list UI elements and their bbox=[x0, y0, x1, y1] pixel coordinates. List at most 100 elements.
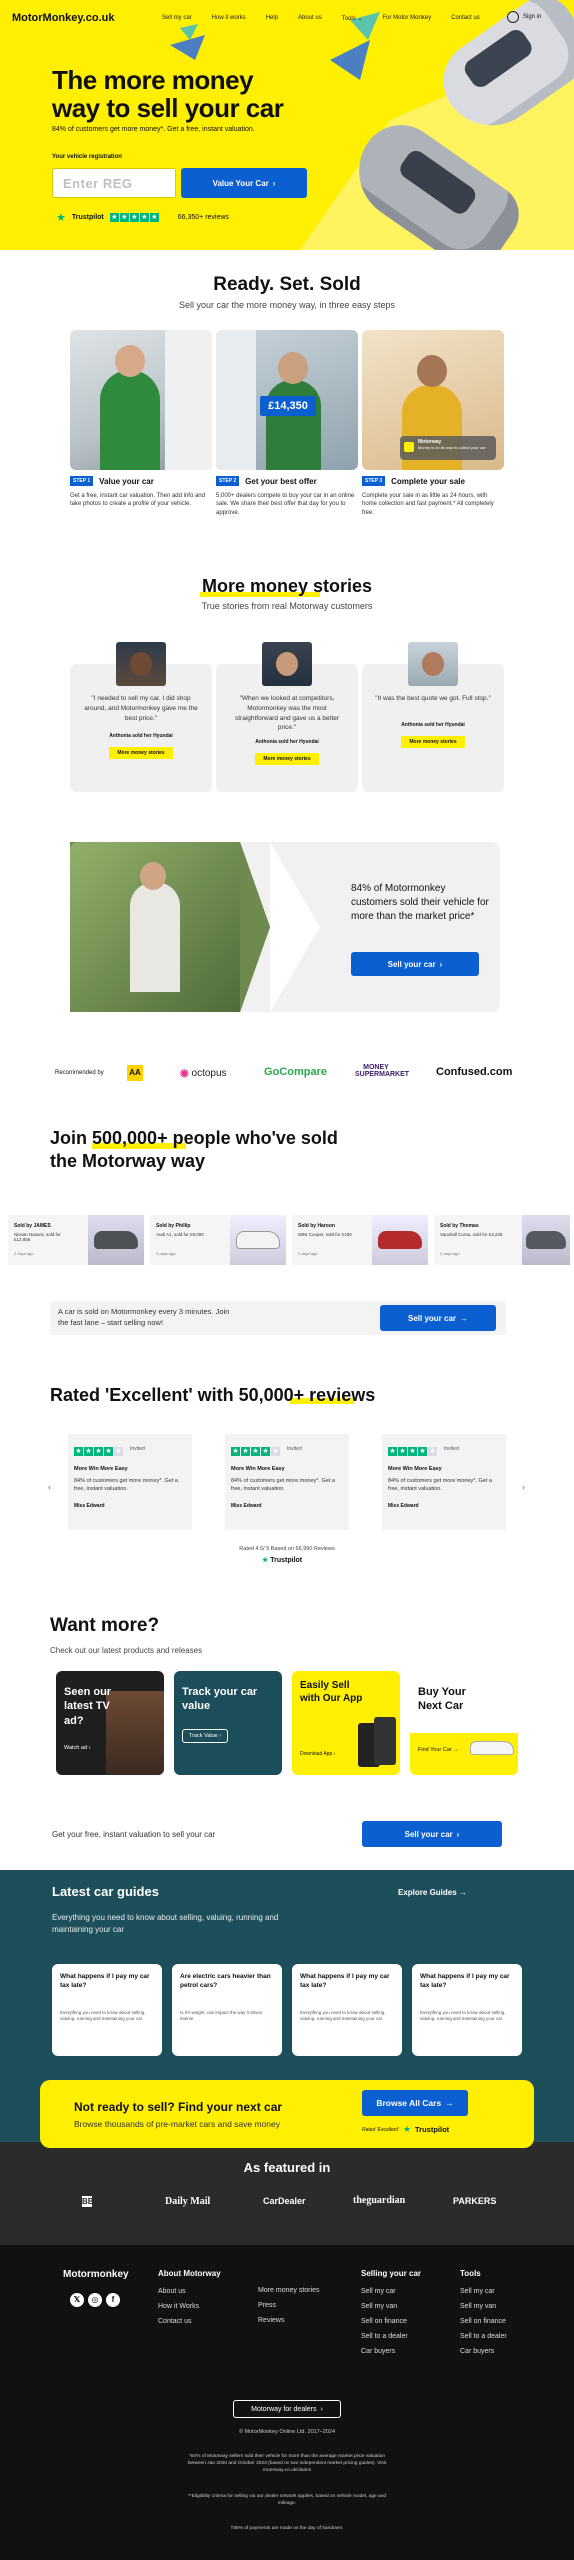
nav-how-it-works[interactable]: How it works bbox=[212, 15, 246, 22]
review-card-2: ★ ★ ★ ★ ★ Invited More Win More Easy 84% of c… bbox=[225, 1434, 349, 1530]
step-heading-1: STEP 1 Value your car bbox=[70, 476, 212, 486]
octopus-logo: ◉ octopus bbox=[180, 1068, 227, 1079]
footer-link-how-it-works[interactable]: How it Works bbox=[158, 2303, 221, 2310]
arrow-right-icon: → bbox=[453, 1747, 459, 1753]
offer-badge: £14,350 bbox=[260, 396, 316, 416]
nav-about-us[interactable]: About us bbox=[298, 15, 322, 22]
step-tag-3: STEP 3 bbox=[362, 476, 386, 486]
value-your-car-button[interactable]: Value Your Car › bbox=[181, 168, 307, 198]
trustpilot-row: ★ Trustpilot ★ ★ ★ ★ ★ 66,350+ reviews bbox=[56, 212, 229, 224]
steps-section: Ready. Set. Sold Sell your car the more … bbox=[0, 250, 574, 560]
gocompare-logo: GoCompare bbox=[264, 1066, 327, 1078]
review-stars: ★ ★ ★ ★ ★ bbox=[74, 1447, 123, 1456]
footnote-1: *84% of Motorway sellers sold their vehi… bbox=[187, 2454, 387, 2474]
stories-title: More money stories bbox=[201, 576, 373, 596]
footer-link-sell-finance[interactable]: Sell on finance bbox=[361, 2318, 421, 2325]
guide-card-2[interactable]: Are electric cars heavier than petrol ca… bbox=[172, 1964, 282, 2056]
footer-link-sell-car[interactable]: Sell my car bbox=[361, 2288, 421, 2295]
arrow-right-icon: → bbox=[460, 1313, 469, 1323]
footer-tools-car-buyers[interactable]: Car buyers bbox=[460, 2348, 507, 2355]
step-text-1: Get a free, instant car valuation. Then … bbox=[70, 493, 205, 508]
step-card-1: STEP 1 Value your car Get a free, instan… bbox=[70, 330, 212, 509]
footer-link-sell-dealer[interactable]: Sell to a dealer bbox=[361, 2333, 421, 2340]
buy-trustpilot: Rated 'Excellent' ★ Trustpilot bbox=[362, 2124, 450, 2134]
tile-app[interactable]: Easily Sell with Our App Download App › bbox=[292, 1671, 400, 1775]
hero-subtitle: 84% of customers get more money*. Get a … bbox=[52, 126, 255, 133]
step-photo-1 bbox=[70, 330, 212, 470]
footer-tools-sell-van[interactable]: Sell my van bbox=[460, 2303, 507, 2310]
parkers-logo: PARKERS bbox=[453, 2196, 497, 2206]
footer-tools-sell-car[interactable]: Sell my car bbox=[460, 2288, 507, 2295]
reg-label: Your vehicle registration bbox=[52, 154, 122, 160]
watch-ad-button[interactable]: Watch ad › bbox=[64, 1745, 90, 1751]
buy-banner: Not ready to sell? Find your next car Br… bbox=[40, 2080, 534, 2148]
dealers-button[interactable]: Motorway for dealers › bbox=[233, 2400, 341, 2418]
step-text-2: 5,000+ dealers compete to buy your car i… bbox=[216, 493, 355, 516]
tile-tv-ad[interactable]: Seen our latest TV ad? Watch ad › bbox=[56, 1671, 164, 1775]
join-banner: A car is sold on Motormonkey every 3 min… bbox=[50, 1301, 506, 1335]
reviews-title: Rated 'Excellent' with 50,000+ reviews bbox=[50, 1385, 376, 1405]
story-button-2[interactable]: More money stories bbox=[255, 753, 319, 765]
nav-sell-my-car[interactable]: Sell my car bbox=[162, 15, 192, 22]
main-nav: Sell my car How it works Help About us T… bbox=[162, 15, 480, 22]
nav-tools[interactable]: Tools ⌄ bbox=[342, 15, 363, 22]
hero-section: MotorMonkey.co.uk Sell my car How it wor… bbox=[0, 0, 574, 250]
explore-guides-link[interactable]: Explore Guides → bbox=[398, 1888, 467, 1897]
footer-link-stories[interactable]: More money stories bbox=[258, 2287, 319, 2294]
sold-car-card-3: Sold by Haroon MINI Cooper, sold for £19… bbox=[292, 1215, 428, 1265]
footer-col-1: About Motorway About us How it Works Con… bbox=[158, 2269, 221, 2325]
valuation-sell-button[interactable]: Sell your car › bbox=[362, 1821, 502, 1847]
review-stars: ★ ★ ★ ★ ★ bbox=[388, 1447, 437, 1456]
step-card-2: £14,350 STEP 2 Get your best offer 5,000… bbox=[216, 330, 358, 517]
payment-notification: Motorway Money is on its way to collect … bbox=[400, 436, 496, 460]
chevron-right-icon: › bbox=[219, 1733, 222, 1739]
nav-for-motor-monkey[interactable]: For Motor Monkey bbox=[382, 15, 431, 22]
story-button-1[interactable]: More money stories bbox=[109, 747, 173, 760]
site-logo[interactable]: MotorMonkey.co.uk bbox=[12, 12, 114, 24]
chevron-down-icon: ⌄ bbox=[357, 16, 363, 22]
footer-link-reviews[interactable]: Reviews bbox=[258, 2317, 319, 2324]
footer-tools-sell-finance[interactable]: Sell on finance bbox=[460, 2318, 507, 2325]
reg-input[interactable]: Enter REG bbox=[52, 168, 176, 198]
sign-in-link[interactable]: Sign in bbox=[507, 11, 541, 23]
tile-buy-car[interactable]: Buy Your Next Car Find Your Car → bbox=[410, 1671, 518, 1775]
footer: Motormonkey 𝕏 ◎ f About Motorway About u… bbox=[0, 2245, 574, 2560]
footer-link-about[interactable]: About us bbox=[158, 2288, 221, 2295]
browse-all-cars-button[interactable]: Browse All Cars → bbox=[362, 2090, 468, 2116]
step-text-3: Complete your sale in as little as 24 ho… bbox=[362, 493, 494, 516]
download-app-button[interactable]: Download App › bbox=[300, 1751, 335, 1757]
carousel-prev-button[interactable]: ‹ bbox=[48, 1482, 51, 1492]
reviews-rating-summary: Rated 4.5/ 5 Based on 66,990 Reviews bbox=[239, 1546, 335, 1552]
guide-card-1[interactable]: What happens if I pay my car tax late? E… bbox=[52, 1964, 162, 2056]
footer-link-contact[interactable]: Contact us bbox=[158, 2318, 221, 2325]
nav-contact-us[interactable]: Contact us bbox=[451, 15, 480, 22]
chevron-right-icon: › bbox=[439, 959, 443, 969]
valuation-text: Get your free, instant valuation to sell… bbox=[52, 1830, 216, 1839]
reg-placeholder: Enter REG bbox=[63, 175, 133, 191]
tile-track-value[interactable]: Track your car value Track Value › bbox=[174, 1671, 282, 1775]
footer-tools-sell-dealer[interactable]: Sell to a dealer bbox=[460, 2333, 507, 2340]
story-button-3[interactable]: More money stories bbox=[401, 735, 465, 748]
guides-title: Latest car guides bbox=[52, 1884, 159, 1899]
guardian-logo: theguardian bbox=[353, 2195, 406, 2206]
guide-card-4[interactable]: What happens if I pay my car tax late? E… bbox=[412, 1964, 522, 2056]
nav-help[interactable]: Help bbox=[266, 15, 278, 22]
footer-link-press[interactable]: Press bbox=[258, 2302, 319, 2309]
step-photo-3: Motorway Money is on its way to collect … bbox=[362, 330, 504, 470]
step-tag-1: STEP 1 bbox=[70, 476, 94, 486]
footer-logo[interactable]: Motormonkey bbox=[63, 2269, 129, 2280]
x-icon[interactable]: 𝕏 bbox=[70, 2293, 84, 2307]
carousel-next-button[interactable]: › bbox=[522, 1482, 525, 1492]
guide-card-3[interactable]: What happens if I pay my car tax late? E… bbox=[292, 1964, 402, 2056]
join-sell-button[interactable]: Sell your car → bbox=[380, 1305, 496, 1331]
recommended-label: Recommended by bbox=[55, 1070, 104, 1076]
footer-link-sell-van[interactable]: Sell my van bbox=[361, 2303, 421, 2310]
promo-sell-button[interactable]: Sell your car › bbox=[351, 952, 479, 976]
track-value-button[interactable]: Track Value › bbox=[182, 1729, 229, 1743]
car-image bbox=[470, 1741, 514, 1755]
footer-link-car-buyers[interactable]: Car buyers bbox=[361, 2348, 421, 2355]
facebook-icon[interactable]: f bbox=[106, 2293, 120, 2307]
find-your-car-button[interactable]: Find Your Car → bbox=[418, 1747, 459, 1753]
car-thumbnail bbox=[372, 1215, 428, 1265]
instagram-icon[interactable]: ◎ bbox=[88, 2293, 102, 2307]
